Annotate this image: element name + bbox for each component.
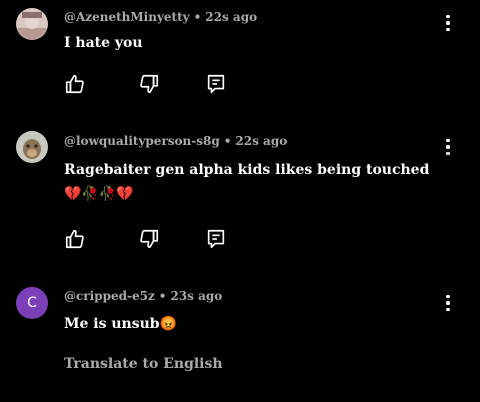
avatar[interactable]: C [16,287,48,319]
kebab-menu-icon[interactable] [438,293,458,313]
comment-meta: @AzenethMinyetty • 22s ago [64,10,257,24]
translate-button[interactable]: Translate to English [64,356,223,372]
kebab-menu-icon[interactable] [438,13,458,33]
thumbs-up-icon[interactable] [64,73,86,95]
separator: • [158,289,167,303]
avatar[interactable] [16,8,48,40]
reply-icon[interactable] [205,73,227,95]
author-name[interactable]: @cripped-e5z [64,289,155,303]
thumbs-down-icon[interactable] [138,73,160,95]
separator: • [223,134,232,148]
comment-text: Me is unsub😡 [64,316,177,332]
reply-icon[interactable] [205,228,227,250]
separator: • [193,10,202,24]
comment-meta: @cripped-e5z • 23s ago [64,289,222,303]
author-name[interactable]: @lowqualityperson-s8g [64,134,220,148]
timestamp[interactable]: 23s ago [170,289,222,303]
comment-meta: @lowqualityperson-s8g • 22s ago [64,134,287,148]
avatar[interactable] [16,131,48,163]
comment-text: Ragebaiter gen alpha kids likes being to… [64,162,430,202]
author-name[interactable]: @AzenethMinyetty [64,10,190,24]
kebab-menu-icon[interactable] [438,137,458,157]
timestamp[interactable]: 22s ago [205,10,257,24]
thumbs-up-icon[interactable] [64,228,86,250]
thumbs-down-icon[interactable] [138,228,160,250]
timestamp[interactable]: 22s ago [235,134,287,148]
comment-text: I hate you [64,35,143,51]
